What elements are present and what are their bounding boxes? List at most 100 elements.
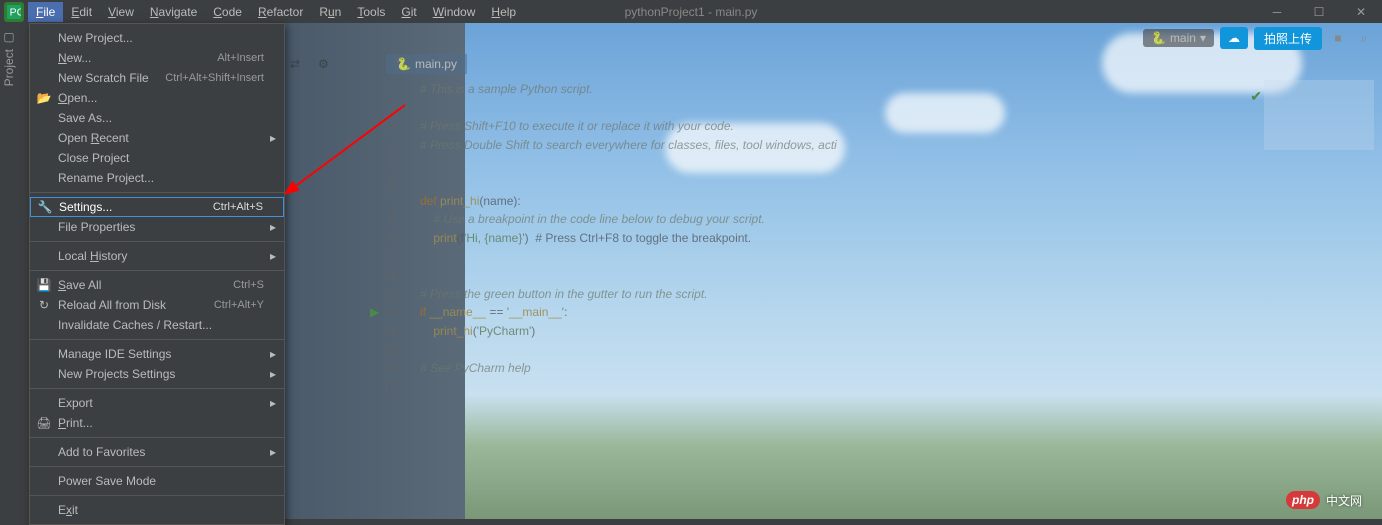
menu-item-local-history[interactable]: Local History ▸	[30, 246, 284, 266]
cloud-sync-button[interactable]: ☁	[1220, 27, 1248, 49]
menu-item-settings[interactable]: 🔧Settings...Ctrl+Alt+S	[30, 197, 284, 217]
menu-item-export[interactable]: Export ▸	[30, 393, 284, 413]
menu-item-label: Export	[58, 396, 93, 410]
php-logo: php	[1286, 491, 1320, 509]
chevron-right-icon: ▸	[270, 367, 276, 381]
line-number: 14	[370, 322, 404, 341]
menu-item-label: Close Project	[58, 151, 129, 165]
menu-item-label: New Scratch File	[58, 71, 149, 85]
chevron-right-icon: ▸	[270, 347, 276, 361]
line-number: 8	[370, 210, 404, 229]
menu-item-label: Manage IDE Settings	[58, 347, 171, 361]
menu-item-label: New Project...	[58, 31, 133, 45]
expand-icon[interactable]: ⇄	[290, 57, 308, 71]
reload-icon: ↻	[36, 298, 52, 312]
menu-git[interactable]: Git	[393, 2, 424, 22]
folder-icon: 📂	[36, 91, 52, 105]
menu-item-label: Add to Favorites	[58, 445, 145, 459]
editor-tab-main[interactable]: 🐍 main.py	[386, 54, 467, 74]
line-number: 10	[370, 247, 404, 266]
stop-button[interactable]: ■	[1328, 31, 1348, 45]
menu-item-label: Reload All from Disk	[58, 298, 166, 312]
line-number: 15	[370, 340, 404, 359]
menu-file[interactable]: File	[28, 2, 63, 22]
menu-item-save-all[interactable]: 💾Save AllCtrl+S	[30, 275, 284, 295]
cloud-icon: ☁	[1228, 31, 1240, 45]
menu-item-new[interactable]: New...Alt+Insert	[30, 48, 284, 68]
menu-item-new-scratch-file[interactable]: New Scratch FileCtrl+Alt+Shift+Insert	[30, 68, 284, 88]
menu-item-print[interactable]: 🖨Print...	[30, 413, 284, 433]
menu-tools[interactable]: Tools	[349, 2, 393, 22]
menu-item-label: Open...	[58, 91, 97, 105]
project-tool-tab[interactable]: Project ▢	[0, 23, 18, 94]
chevron-down-icon: ▾	[1200, 31, 1206, 45]
close-button[interactable]: ✕	[1340, 0, 1382, 23]
upload-button[interactable]: 拍照上传	[1254, 27, 1322, 50]
chevron-right-icon: ▸	[270, 396, 276, 410]
menu-item-file-properties[interactable]: File Properties▸	[30, 217, 284, 237]
run-config-selector[interactable]: 🐍 main ▾	[1143, 29, 1214, 47]
menu-run[interactable]: Run	[311, 2, 349, 22]
run-gutter-icon[interactable]: ▶	[370, 305, 379, 319]
menu-item-power-save-mode[interactable]: Power Save Mode	[30, 471, 284, 491]
editor-code[interactable]: # This is a sample Python script. # Pres…	[420, 80, 837, 396]
minimize-button[interactable]: ─	[1256, 0, 1298, 23]
menu-item-label: Save All	[58, 278, 101, 292]
wrench-icon: 🔧	[37, 200, 53, 214]
menu-item-close-project[interactable]: Close Project	[30, 148, 284, 168]
menu-item-label: Settings...	[59, 200, 112, 214]
folder-icon: ▢	[2, 31, 16, 45]
menu-item-rename-project[interactable]: Rename Project...	[30, 168, 284, 188]
app-icon: PC	[4, 2, 24, 22]
menu-item-reload-all-from-disk[interactable]: ↻Reload All from DiskCtrl+Alt+Y	[30, 295, 284, 315]
menu-navigate[interactable]: Navigate	[142, 2, 205, 22]
menu-window[interactable]: Window	[425, 2, 484, 22]
menu-code[interactable]: Code	[205, 2, 250, 22]
menu-refactor[interactable]: Refactor	[250, 2, 311, 22]
menu-item-label: Power Save Mode	[58, 474, 156, 488]
window-title: pythonProject1 - main.py	[625, 5, 758, 19]
chevron-right-icon: ▸	[270, 445, 276, 459]
menu-item-label: Rename Project...	[58, 171, 154, 185]
menu-item-open[interactable]: 📂 Open...	[30, 88, 284, 108]
inspection-ok-icon[interactable]: ✔	[1250, 88, 1262, 105]
line-number: 11	[370, 266, 404, 285]
menu-item-save-as[interactable]: Save As...	[30, 108, 284, 128]
watermark-text: 中文网	[1326, 492, 1362, 509]
menu-item-new-project[interactable]: New Project...	[30, 28, 284, 48]
menu-item-invalidate-caches-restart[interactable]: Invalidate Caches / Restart...	[30, 315, 284, 335]
watermark: php 中文网	[1286, 491, 1362, 509]
menu-item-exit[interactable]: Exit	[30, 500, 284, 520]
menu-item-label: Save As...	[58, 111, 112, 125]
gear-icon[interactable]: ⚙	[318, 57, 336, 71]
menu-item-label: Invalidate Caches / Restart...	[58, 318, 212, 332]
file-menu-dropdown: New Project...New...Alt+InsertNew Scratc…	[29, 23, 285, 525]
print-icon: 🖨	[36, 416, 52, 430]
menu-item-add-to-favorites[interactable]: Add to Favorites ▸	[30, 442, 284, 462]
menu-item-label: Exit	[58, 503, 78, 517]
main-toolbar: 🐍 main ▾ ☁ 拍照上传 ■ ⌕	[285, 23, 1382, 53]
menubar: FileEditViewNavigateCodeRefactorRunTools…	[28, 2, 524, 22]
maximize-button[interactable]: ☐	[1298, 0, 1340, 23]
menu-item-manage-ide-settings[interactable]: Manage IDE Settings ▸	[30, 344, 284, 364]
menu-item-label: Open Recent	[58, 131, 129, 145]
minimap[interactable]	[1264, 80, 1374, 150]
menu-help[interactable]: Help	[483, 2, 524, 22]
line-number: 9	[370, 229, 404, 248]
chevron-right-icon: ▸	[270, 131, 276, 145]
menu-item-label: File Properties	[58, 220, 135, 234]
python-file-icon: 🐍	[396, 57, 411, 71]
python-icon: 🐍	[1151, 31, 1166, 45]
menu-view[interactable]: View	[100, 2, 142, 22]
line-number: 1	[370, 80, 404, 99]
save-icon: 💾	[36, 278, 52, 292]
chevron-right-icon: ▸	[270, 249, 276, 263]
menu-item-new-projects-settings[interactable]: New Projects Settings ▸	[30, 364, 284, 384]
menu-item-open-recent[interactable]: Open Recent ▸	[30, 128, 284, 148]
menu-item-label: New Projects Settings	[58, 367, 175, 381]
annotation-arrow	[285, 100, 415, 200]
menu-edit[interactable]: Edit	[63, 2, 100, 22]
search-icon[interactable]: ⌕	[1354, 31, 1374, 46]
menu-item-label: Local History	[58, 249, 127, 263]
svg-text:PC: PC	[10, 6, 21, 18]
